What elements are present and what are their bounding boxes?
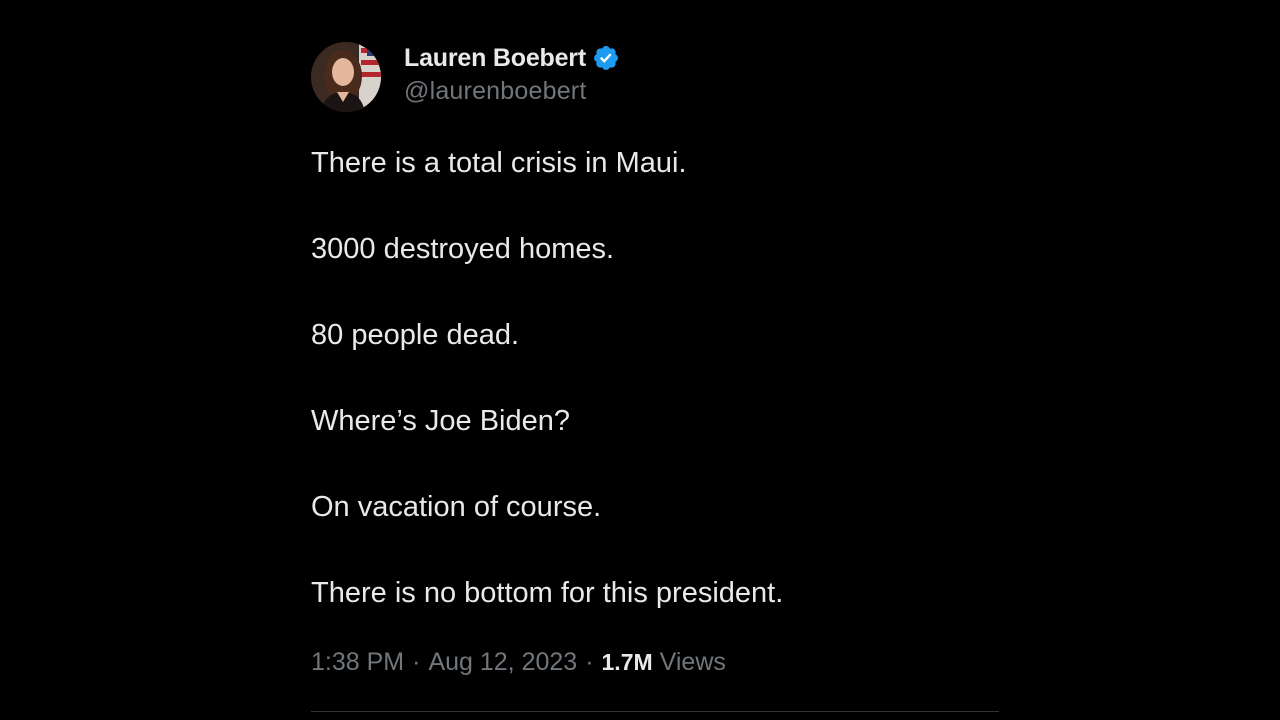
tweet-line: There is a total crisis in Maui.: [311, 147, 687, 179]
tweet-line: 80 people dead.: [311, 319, 520, 351]
display-name[interactable]: Lauren Boebert: [404, 44, 586, 73]
views-label: Views: [659, 648, 726, 676]
author-names: Lauren Boebert @laurenboebert: [404, 41, 620, 106]
tweet-time[interactable]: 1:38 PM: [311, 648, 404, 677]
tweet-header: Lauren Boebert @laurenboebert: [311, 40, 1001, 114]
tweet-line: Where’s Joe Biden?: [311, 405, 571, 437]
avatar[interactable]: [311, 42, 381, 112]
meta-separator: ·: [412, 648, 421, 676]
tweet-text: There is a total crisis in Maui. 3000 de…: [311, 145, 1001, 611]
tweet: Lauren Boebert @laurenboebert There is a…: [311, 40, 1001, 720]
display-name-row: Lauren Boebert: [404, 41, 620, 75]
verified-badge-icon[interactable]: [592, 44, 620, 72]
tweet-line: There is no bottom for this president.: [311, 577, 784, 609]
avatar-image: [311, 42, 381, 112]
tweet-meta: 1:38 PM · Aug 12, 2023 · 1.7M Views: [311, 648, 726, 677]
tweet-date[interactable]: Aug 12, 2023: [428, 648, 577, 677]
views-count: 1.7M: [601, 649, 653, 675]
tweet-line: 3000 destroyed homes.: [311, 233, 615, 265]
handle[interactable]: @laurenboebert: [404, 77, 620, 106]
tweet-line: On vacation of course.: [311, 491, 602, 523]
divider: [311, 711, 999, 712]
meta-separator: ·: [585, 648, 594, 676]
